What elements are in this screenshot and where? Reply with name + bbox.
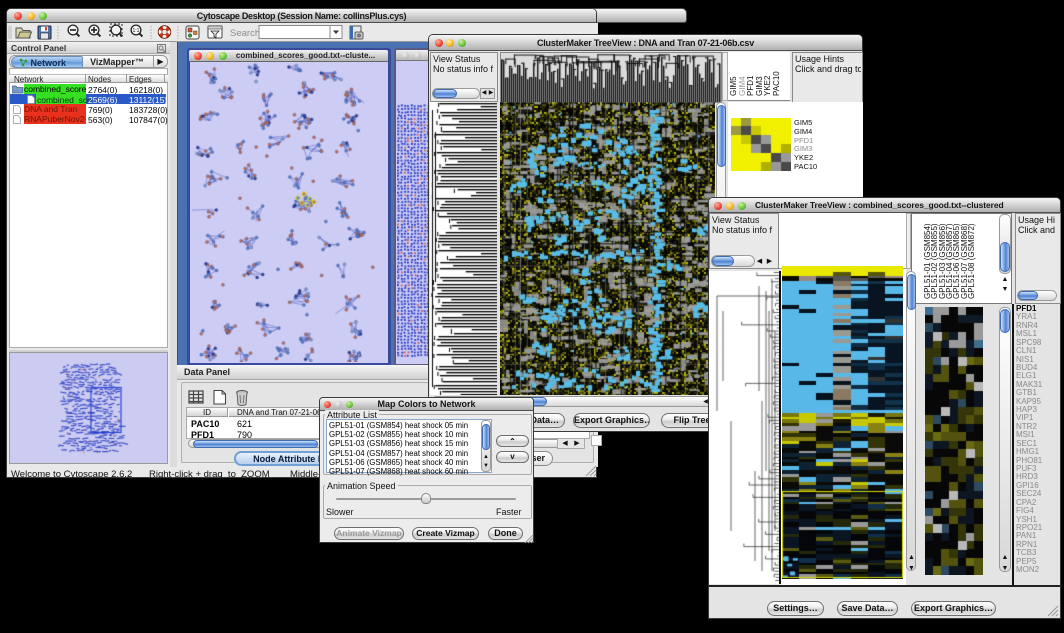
svg-text:1:1: 1:1 bbox=[133, 28, 140, 34]
svg-text:Search:: Search: bbox=[230, 28, 263, 39]
